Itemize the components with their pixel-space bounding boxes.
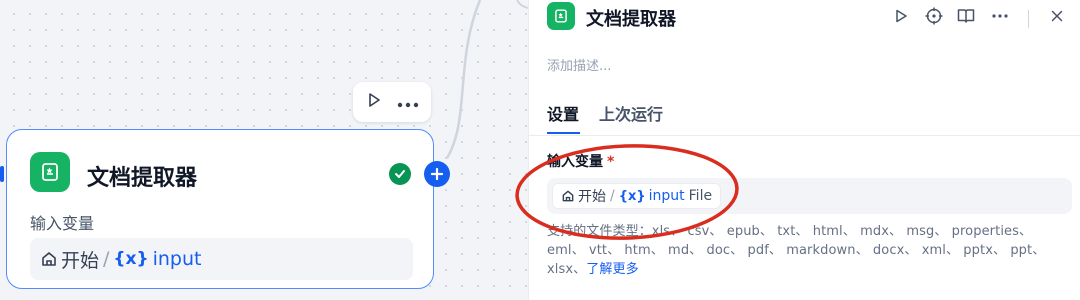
node-input-variable: 开始 / {x} input xyxy=(30,238,413,280)
tab-active-indicator xyxy=(547,132,580,134)
play-icon[interactable] xyxy=(890,4,912,28)
node-title: 文档提取器 xyxy=(87,166,198,191)
more-icon[interactable] xyxy=(397,93,419,112)
node-settings-panel: 文档提取器 添加描述... 设置 上次运行 输入变量 * 开始 / {x} in… xyxy=(528,0,1080,300)
node-input-label: 输入变量 xyxy=(30,214,95,233)
play-icon[interactable] xyxy=(365,91,383,113)
description-input[interactable]: 添加描述... xyxy=(547,55,611,74)
panel-tabs: 设置 上次运行 xyxy=(529,96,1080,136)
panel-actions xyxy=(528,4,1080,28)
node-toolbar xyxy=(353,82,431,122)
close-icon[interactable] xyxy=(1046,4,1068,28)
variable-chip[interactable]: 开始 / {x} input File xyxy=(552,183,722,209)
document-icon xyxy=(30,152,70,192)
home-icon xyxy=(40,250,58,268)
chip-source: 开始 xyxy=(578,189,606,205)
node-target-handle[interactable] xyxy=(0,166,4,182)
chip-variable-type: File xyxy=(688,188,713,204)
more-icon[interactable] xyxy=(989,4,1011,28)
document-extractor-node[interactable]: 文档提取器 输入变量 开始 / {x} input xyxy=(6,129,450,289)
variable-separator: / xyxy=(103,248,110,270)
action-divider xyxy=(1028,10,1029,28)
variable-icon: {x} xyxy=(618,188,646,204)
edge-other xyxy=(516,0,528,9)
field-label-text: 输入变量 xyxy=(547,154,603,170)
check-icon xyxy=(389,163,411,185)
variable-icon: {x} xyxy=(113,249,149,269)
chip-variable-name: input xyxy=(648,188,685,204)
supported-file-types: 支持的文件类型：xls、 csv、 epub、 txt、 html、 mdx、 … xyxy=(547,222,1072,279)
tab-last-run[interactable]: 上次运行 xyxy=(599,101,663,125)
locate-icon[interactable] xyxy=(923,4,945,28)
input-variable-label: 输入变量 * xyxy=(547,151,614,171)
plus-icon[interactable] xyxy=(424,161,450,187)
variable-source: 开始 xyxy=(61,249,100,272)
tab-settings[interactable]: 设置 xyxy=(547,101,579,125)
book-icon[interactable] xyxy=(955,4,977,28)
required-mark: * xyxy=(607,154,615,170)
home-icon xyxy=(561,189,575,203)
edge-out xyxy=(445,0,482,159)
workflow-canvas[interactable]: 文档提取器 输入变量 开始 / {x} input xyxy=(0,0,528,300)
learn-more-link[interactable]: 了解更多 xyxy=(586,262,638,277)
chip-separator: / xyxy=(610,188,615,204)
input-variable-selector[interactable]: 开始 / {x} input File xyxy=(547,178,1072,214)
variable-name: input xyxy=(152,248,202,270)
